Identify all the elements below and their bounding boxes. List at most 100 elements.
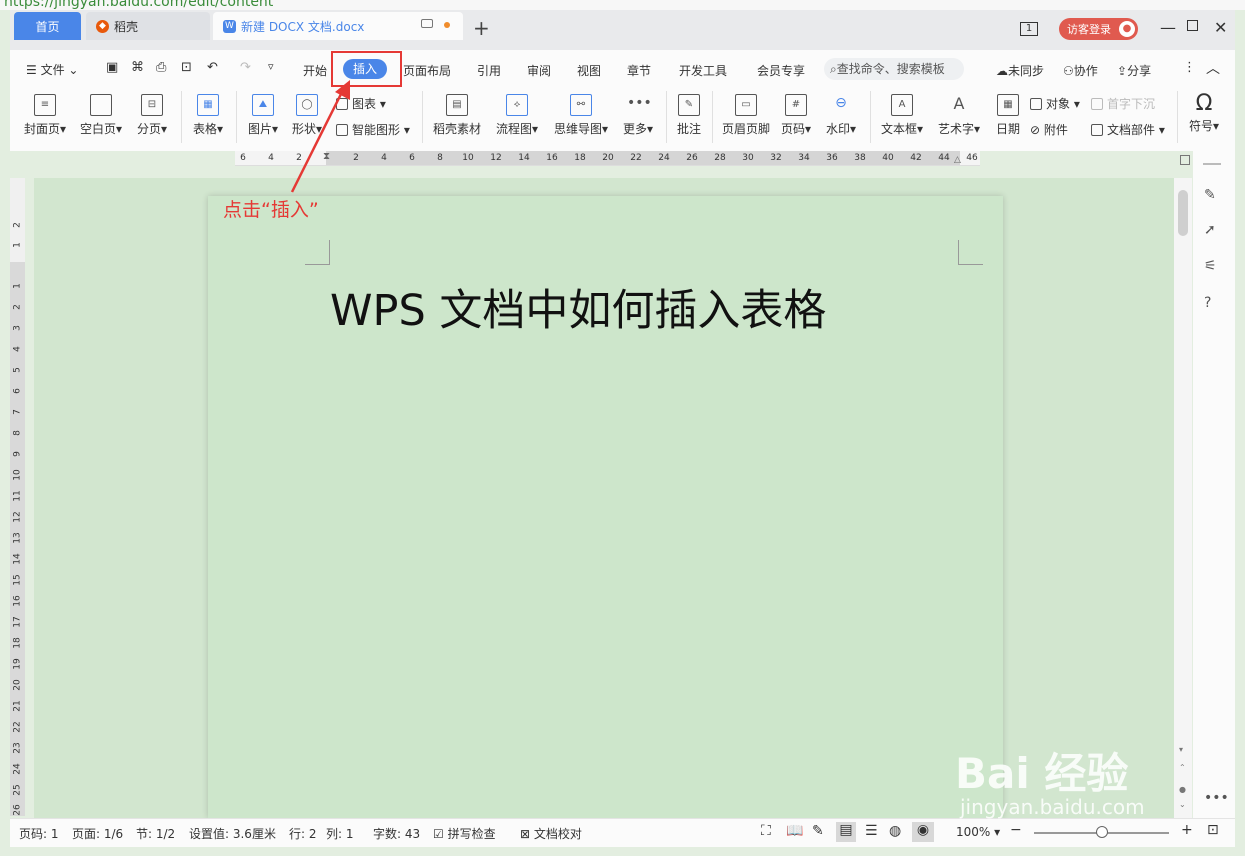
mindmap-icon: ⚯ [570,94,592,116]
minimize-icon[interactable]: — [1160,18,1176,37]
tab-document[interactable]: W 新建 DOCX 文档.docx [213,12,463,40]
vertical-ruler-tick-label: 2 [12,304,23,310]
menu-view[interactable]: 视图 [577,62,601,79]
fullscreen-icon[interactable]: ⛶ [761,823,771,839]
save-icon[interactable]: ▣ [106,60,118,75]
picture-button[interactable]: ⛰ 图片▾ [245,94,281,137]
watermark-button[interactable]: ⊖ 水印▾ [823,94,859,137]
attachment-button[interactable]: ⊘ 附件 [1030,121,1068,138]
object-button[interactable]: 对象 ▾ [1030,95,1080,112]
redo-icon[interactable]: ↷ [240,60,251,75]
eye-protection-icon[interactable]: ◉ [912,822,934,842]
monitor-icon[interactable] [421,19,433,28]
web-view-icon[interactable]: ◍ [889,823,901,839]
write-mode-icon[interactable]: ✎ [812,823,824,839]
zoom-in-icon[interactable]: + [1181,822,1193,838]
document-title-text[interactable]: WPS 文档中如何插入表格 [330,276,826,338]
status-setting[interactable]: 设置值: 3.6厘米 [189,825,276,842]
attachment-label: 附件 [1043,123,1068,137]
settings-sliders-icon[interactable]: ⚟ [1204,258,1217,274]
page-view-icon[interactable]: ▤ [836,822,856,842]
help-icon[interactable]: ? [1204,295,1211,311]
sync-button[interactable]: ☁未同步 [996,62,1044,79]
menu-file-label: 文件 [40,63,65,77]
reading-mode-icon[interactable]: 📖 [786,823,803,839]
status-row[interactable]: 行: 2 [289,825,317,842]
login-button[interactable]: 访客登录 ● [1059,18,1138,40]
customize-toolbar-icon[interactable]: ▿ [268,60,274,73]
symbol-label: 符号 [1188,119,1213,133]
menu-page-layout[interactable]: 页面布局 [403,62,451,79]
outline-view-icon[interactable]: ☰ [865,823,878,839]
header-footer-button[interactable]: ▭ 页眉页脚 [720,94,772,137]
more-options-icon[interactable]: ⋮ [1183,60,1196,75]
scroll-down-icon[interactable]: ▾ [1179,745,1183,754]
undo-icon[interactable]: ↶ [207,60,218,75]
menu-references[interactable]: 引用 [477,62,501,79]
table-button[interactable]: ▦ 表格▾ [190,94,226,137]
format-painter-icon[interactable]: ⌘ [131,60,144,75]
command-search[interactable]: ⌕查找命令、搜索模板 [824,58,964,80]
comment-button[interactable]: ✎ 批注 [673,94,705,137]
flowchart-button[interactable]: ⟡ 流程图▾ [492,94,542,137]
panel-more-icon[interactable]: ••• [1204,790,1229,806]
maximize-icon[interactable] [1187,20,1198,31]
zoom-slider-knob[interactable] [1096,826,1108,838]
split-view-icon[interactable] [1180,155,1190,165]
page-number-button[interactable]: # 页码▾ [778,94,814,137]
print-icon[interactable]: ⎙ [156,60,166,75]
proofread-button[interactable]: ⊠ 文档校对 [520,825,582,842]
window-count: 1 [1025,23,1033,34]
watermark-icon: ⊖ [835,95,847,111]
select-browse-icon[interactable]: ● [1179,785,1186,794]
share-button[interactable]: ⇪分享 [1117,62,1151,79]
symbol-button[interactable]: Ω 符号▾ [1184,91,1224,134]
spellcheck-button[interactable]: ☑ 拼写检查 [433,825,496,842]
zoom-level[interactable]: 100% ▾ [956,825,1000,839]
textbox-button[interactable]: A 文本框▾ [878,94,926,137]
cover-page-label: 封面页 [23,122,60,136]
menu-developer[interactable]: 开发工具 [679,62,727,79]
print-preview-icon[interactable]: ⊡ [181,60,192,75]
docpart-button[interactable]: 文档部件 ▾ [1091,121,1165,138]
new-tab-button[interactable]: + [473,16,490,40]
fit-page-icon[interactable]: ⊡ [1207,822,1219,838]
zoom-out-icon[interactable]: − [1010,822,1022,838]
tab-home[interactable]: 首页 [14,12,81,40]
status-col[interactable]: 列: 1 [326,825,354,842]
edit-pen-icon[interactable]: ✎ [1204,187,1216,203]
textbox-label: 文本框 [880,122,917,136]
right-indent-icon[interactable]: △ [954,155,961,165]
blank-page-button[interactable]: 空白页▾ [78,94,124,137]
close-icon[interactable]: ✕ [1214,18,1227,37]
status-pagecode[interactable]: 页码: 1 [19,825,59,842]
vertical-scrollbar[interactable] [1174,178,1192,818]
menu-vip[interactable]: 会员专享 [757,62,805,79]
calendar-icon: ▦ [997,94,1019,116]
date-button[interactable]: ▦ 日期 [992,94,1024,137]
prev-page-icon[interactable]: ⌃ [1179,763,1186,772]
more-button[interactable]: ••• 更多▾ [620,94,656,137]
status-page[interactable]: 页面: 1/6 [72,825,123,842]
ruler-tick-label: 14 [518,153,530,163]
status-words[interactable]: 字数: 43 [373,825,420,842]
wordart-button[interactable]: A 艺术字▾ [935,94,983,137]
select-cursor-icon[interactable]: ➚ [1204,222,1216,238]
tab-daoke[interactable]: ◆ 稻壳 [86,12,210,40]
menu-start[interactable]: 开始 [303,62,327,79]
menu-review[interactable]: 审阅 [527,62,551,79]
scrollbar-thumb[interactable] [1178,190,1188,236]
page-break-button[interactable]: ⊟ 分页▾ [134,94,170,137]
menu-file[interactable]: ☰ 文件 ⌄ [26,61,78,78]
status-section[interactable]: 节: 1/2 [136,825,175,842]
menu-chapter[interactable]: 章节 [627,62,651,79]
collab-button[interactable]: ⚇协作 [1063,62,1098,79]
dropcap-button[interactable]: 首字下沉 [1091,95,1155,112]
window-count-icon[interactable]: 1 [1020,22,1038,36]
cover-page-button[interactable]: ≡ 封面页▾ [22,94,68,137]
mindmap-button[interactable]: ⚯ 思维导图▾ [550,94,612,137]
next-page-icon[interactable]: ⌄ [1179,800,1186,809]
daoke-assets-button[interactable]: ▤ 稻壳素材 [430,94,484,137]
ruler-tick-label: 6 [409,153,415,163]
collapse-ribbon-icon[interactable]: ︿ [1206,58,1220,78]
